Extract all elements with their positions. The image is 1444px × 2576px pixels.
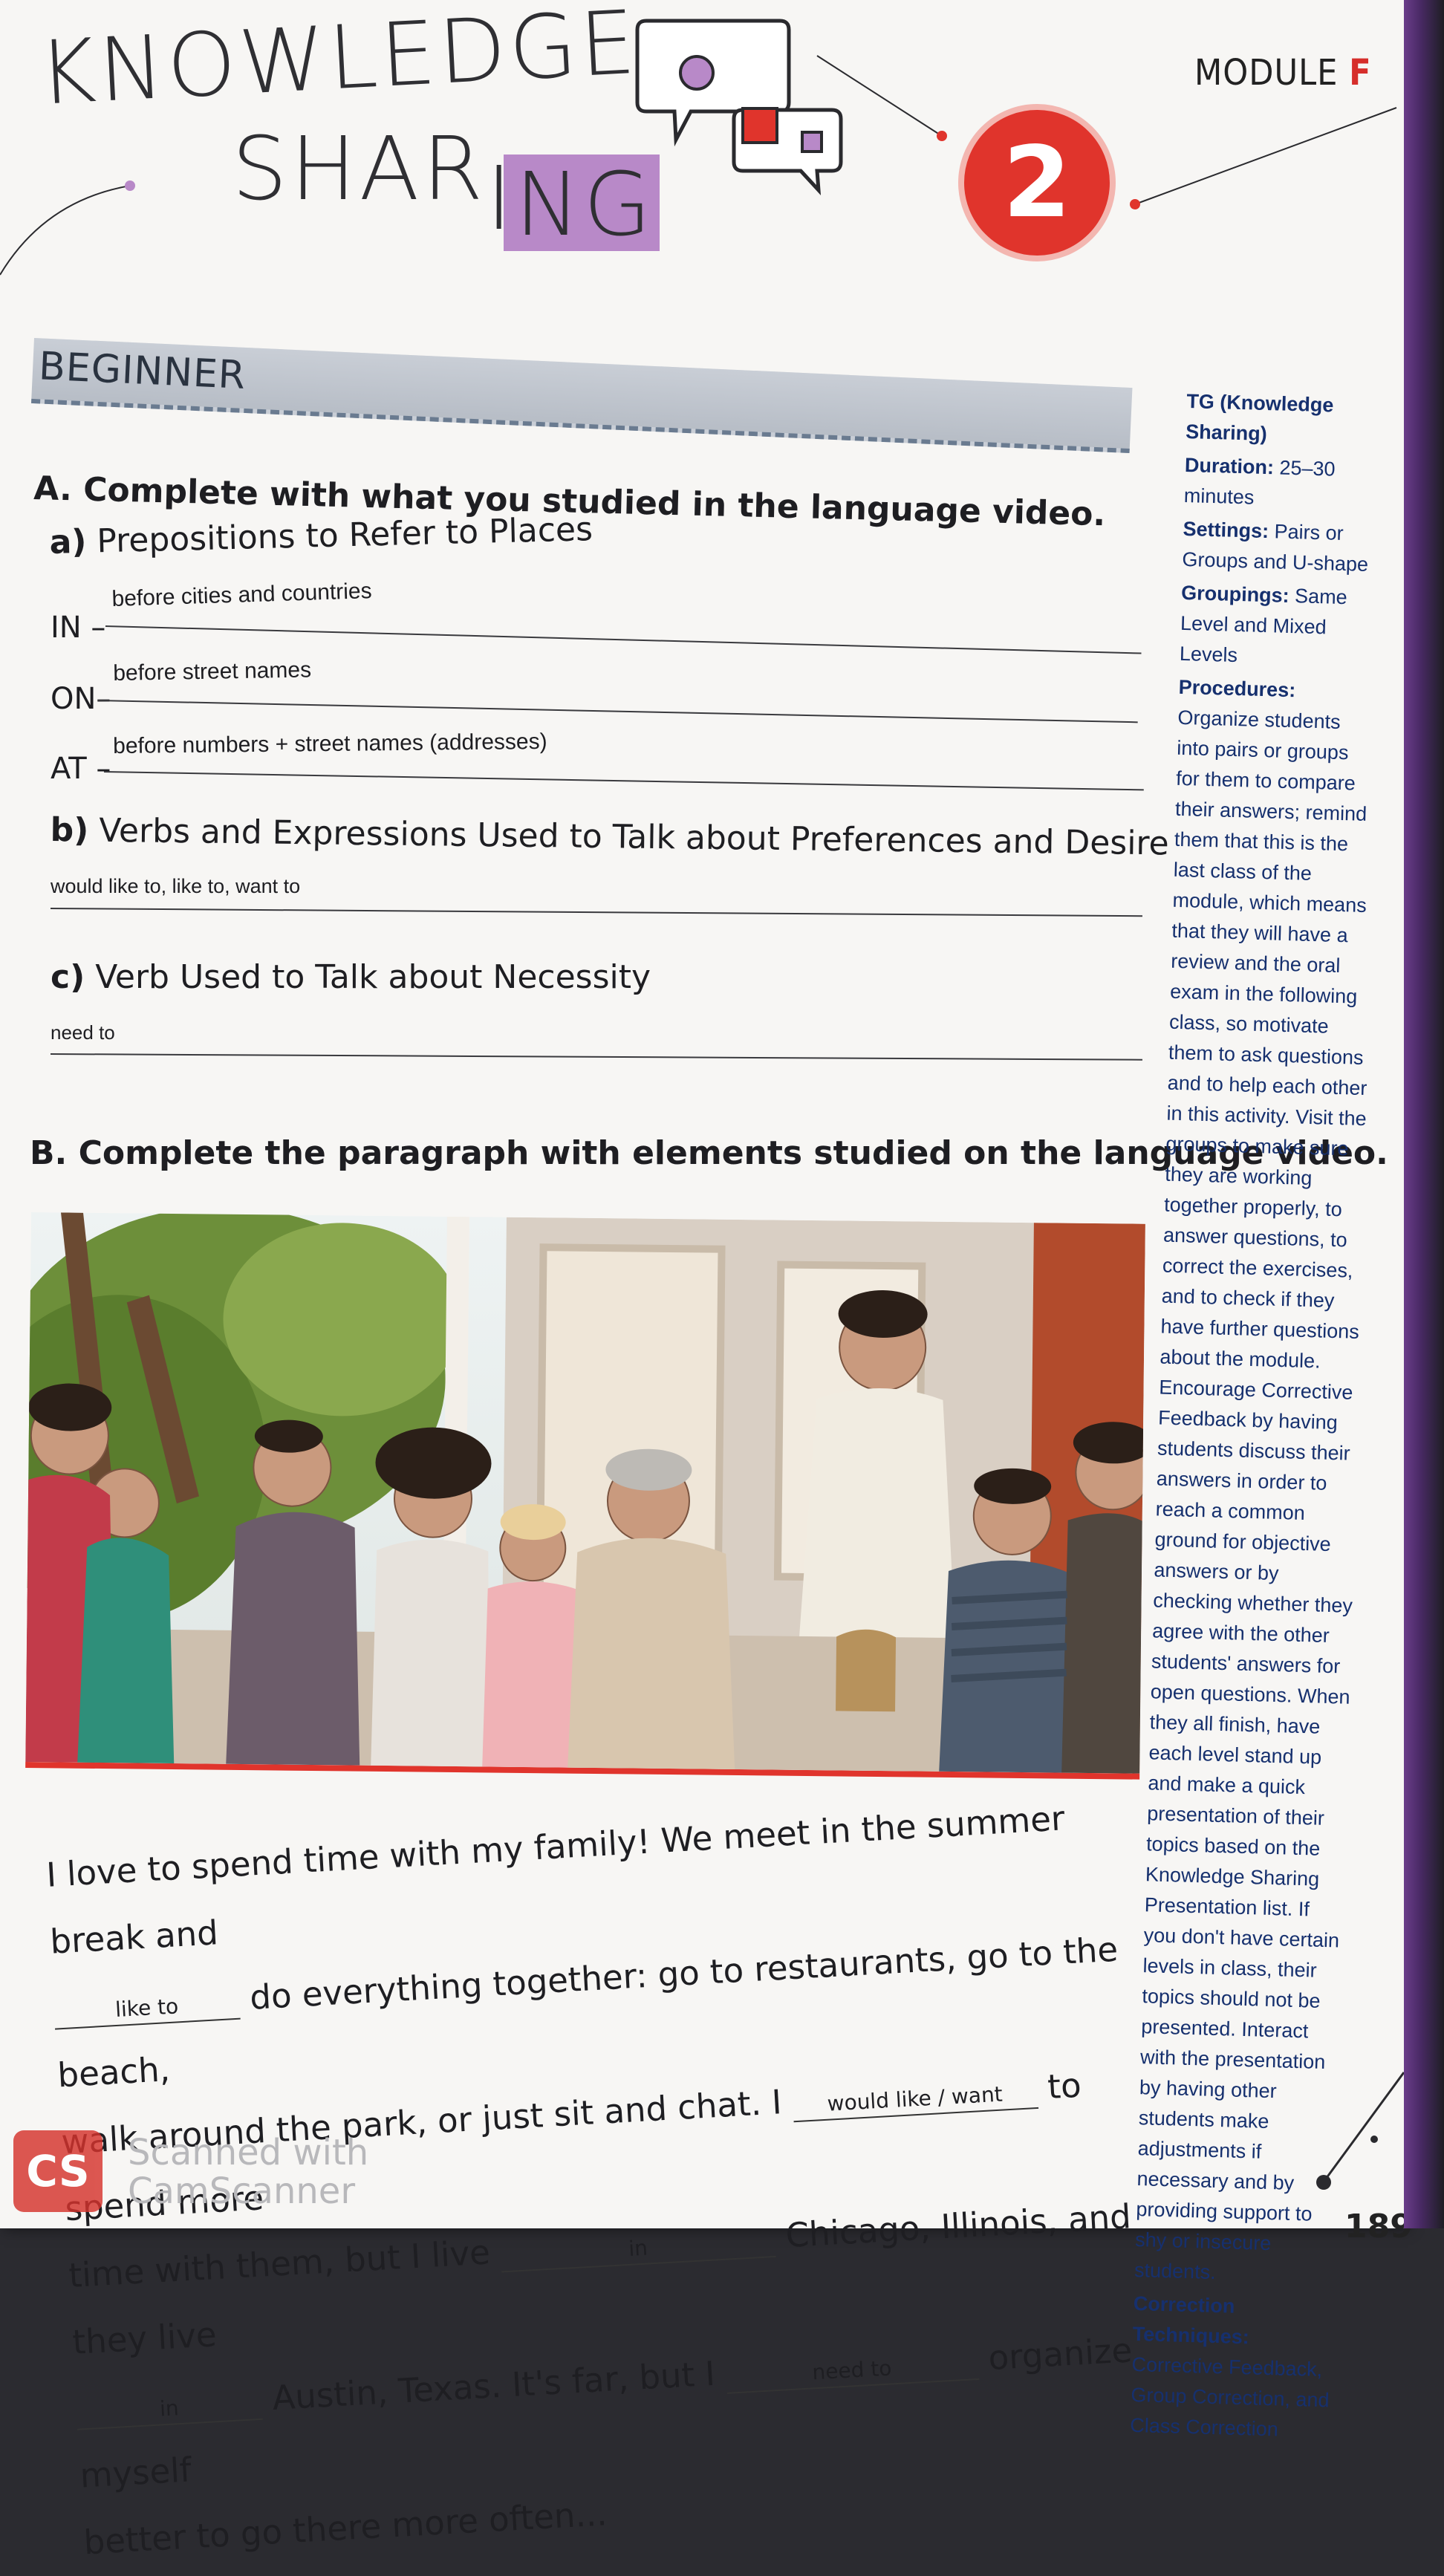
decorative-lines bbox=[0, 55, 1397, 276]
watermark-text: Scanned with CamScanner bbox=[128, 2132, 369, 2212]
sidebar-correction: Corrective Feedback, Group Correction, a… bbox=[1129, 2352, 1330, 2441]
sidebar-procedures: Organize students into pairs or groups f… bbox=[1134, 706, 1367, 2284]
corner-decoration bbox=[1316, 2072, 1404, 2190]
blank-3: in bbox=[500, 2225, 777, 2273]
textbook-page: KNOWLEDGE SHARING MODULE F 2 BEGINNER A.… bbox=[0, 0, 1413, 2562]
part-b-title: b) Verbs and Expressions Used to Talk ab… bbox=[50, 811, 1169, 863]
sidebar-title: TG (Knowledge Sharing) bbox=[1185, 389, 1334, 446]
row-at-label: AT – bbox=[51, 752, 111, 786]
family-photo bbox=[25, 1212, 1145, 1780]
module-label: MODULE F bbox=[1194, 52, 1372, 94]
row-on-line bbox=[97, 700, 1138, 723]
paragraph-line-5: Austin, Texas. It's far, but I bbox=[271, 2353, 717, 2419]
row-on-label: ON– bbox=[51, 682, 111, 716]
row-in-answer: before cities and countries bbox=[111, 578, 373, 611]
family-photo-illustration bbox=[25, 1212, 1145, 1774]
blank-2: would like / want bbox=[791, 2077, 1038, 2123]
part-c-line bbox=[50, 1053, 1142, 1061]
part-b-answer: would like to, like to, want to bbox=[51, 875, 301, 897]
paragraph-line-1: I love to spend time with my family! We … bbox=[45, 1798, 1066, 1962]
paragraph-line-6: better to go there more often... bbox=[82, 2494, 608, 2563]
level-banner: BEGINNER bbox=[31, 338, 1133, 454]
level-label: BEGINNER bbox=[37, 344, 247, 398]
row-in-line bbox=[105, 625, 1142, 654]
module-number-badge: 2 bbox=[958, 104, 1116, 261]
book-spine-edge bbox=[1404, 0, 1444, 2228]
paragraph-line-4: time with them, but I live bbox=[68, 2232, 492, 2296]
blank-1: like to bbox=[53, 1988, 241, 2030]
blank-4: in bbox=[75, 2388, 263, 2430]
part-a-title: a) Prepositions to Refer to Places bbox=[49, 510, 593, 562]
row-in-label: IN – bbox=[51, 611, 106, 645]
part-b-line bbox=[50, 908, 1142, 917]
blank-5: need to bbox=[725, 2348, 979, 2394]
row-at-line bbox=[103, 771, 1144, 791]
page-number: 189 bbox=[1344, 2208, 1413, 2245]
camscanner-logo: CS bbox=[13, 2130, 103, 2212]
row-on-answer: before street names bbox=[113, 657, 312, 686]
part-c-title: c) Verb Used to Talk about Necessity bbox=[51, 958, 651, 996]
row-at-answer: before numbers + street names (addresses… bbox=[113, 729, 547, 758]
part-c-answer: need to bbox=[51, 1021, 115, 1044]
